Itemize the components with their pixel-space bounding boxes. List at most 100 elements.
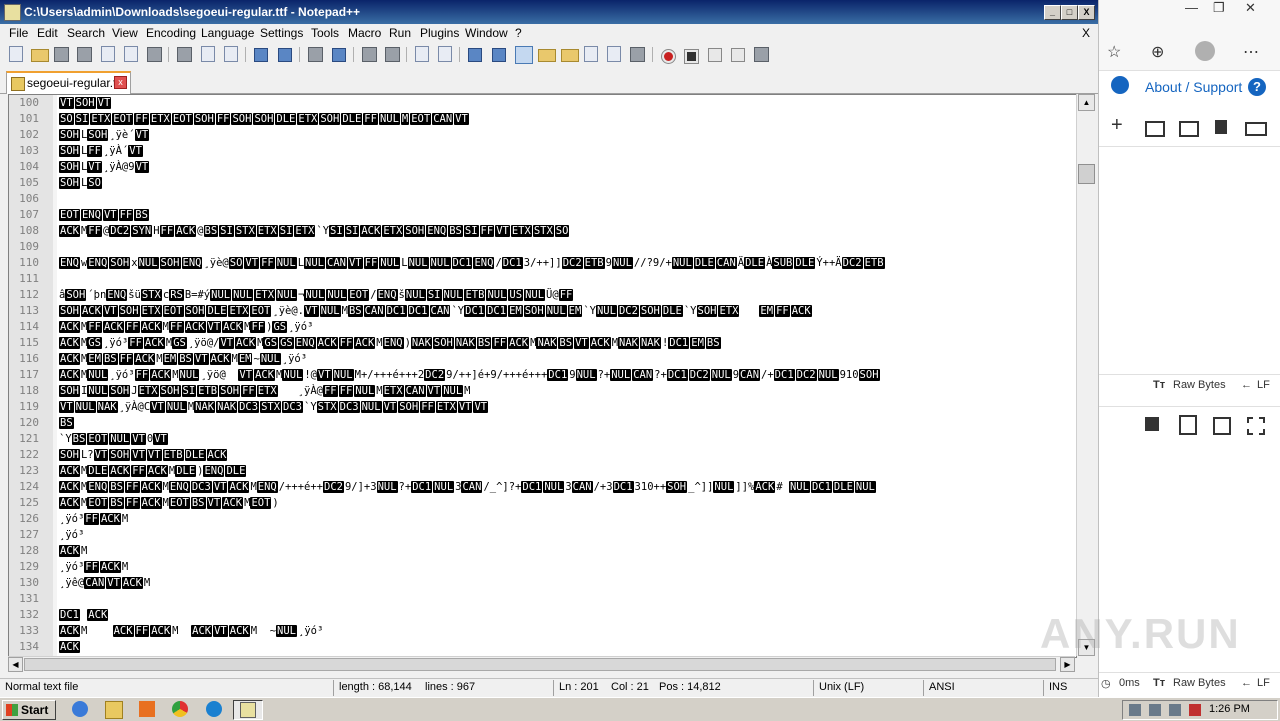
code-line[interactable]: SOH LVT ¸ÿÀ@9VT — [59, 159, 1074, 175]
code-line[interactable]: ACK M ACK FF ACK M ACK VT ACK M ~NUL ¸ÿó³ — [59, 623, 1074, 639]
add-icon[interactable]: + — [1111, 114, 1131, 136]
scroll-left-icon[interactable]: ◀ — [8, 657, 23, 672]
close-file-icon[interactable] — [101, 46, 115, 62]
code-line[interactable]: SOH LSO — [59, 175, 1074, 191]
find-icon[interactable] — [308, 47, 323, 62]
code-line[interactable]: ACK M — [59, 543, 1074, 559]
copy-icon[interactable] — [201, 46, 215, 62]
zoom-out-icon[interactable] — [385, 47, 400, 62]
menu-edit[interactable]: Edit — [37, 26, 58, 40]
code-line[interactable]: EOT ENQ VT FF BS — [59, 207, 1074, 223]
copy-icon[interactable] — [1179, 415, 1197, 435]
code-line[interactable]: ACK MFF @DC2 SYN HFF ACK @BS SI STX ETX SI ETX `YSI S… — [59, 223, 1074, 239]
profile-avatar[interactable] — [1195, 41, 1215, 61]
browser-restore-icon[interactable]: ❐ — [1213, 0, 1225, 16]
stop-recording-icon[interactable] — [684, 49, 699, 64]
menu-search[interactable]: Search — [67, 26, 105, 40]
text-size-icon[interactable]: Tт — [1153, 677, 1165, 689]
raw-bytes-label[interactable]: Raw Bytes — [1173, 677, 1226, 689]
menu-macro[interactable]: Macro — [348, 26, 381, 40]
import-icon[interactable] — [1179, 121, 1199, 137]
folder-workspace-icon[interactable] — [584, 46, 598, 62]
network-icon[interactable] — [1149, 704, 1161, 716]
menu-file[interactable]: File — [9, 26, 28, 40]
open-external-icon[interactable] — [1213, 417, 1231, 435]
save-icon[interactable] — [1145, 417, 1159, 431]
about-support-link[interactable]: About / Support — [1145, 79, 1242, 95]
more-options-icon[interactable]: ⋯ — [1243, 42, 1259, 62]
menu-window[interactable]: Window — [465, 26, 508, 40]
tab-close-icon[interactable]: x — [114, 76, 127, 89]
code-line[interactable]: SOH L?VT SOH VT VT ETB DLE ACK — [59, 447, 1074, 463]
raw-bytes-label[interactable]: Raw Bytes — [1173, 379, 1226, 391]
minimize-button[interactable]: _ — [1044, 5, 1061, 20]
fullscreen-icon[interactable] — [1247, 417, 1265, 435]
help-icon[interactable]: ? — [1248, 78, 1266, 96]
layout-icon[interactable] — [1245, 122, 1267, 136]
monitoring-icon[interactable] — [630, 47, 645, 62]
code-line[interactable]: SOH LFF ¸ÿÀ´VT — [59, 143, 1074, 159]
scroll-up-icon[interactable]: ▲ — [1078, 94, 1095, 111]
folder-icon[interactable] — [1145, 121, 1165, 137]
code-line[interactable]: ACK MGS ¸ÿó³FF ACK MGS ¸ÿö@/VT ACK MGS GS ENQ ACK F… — [59, 335, 1074, 351]
open-file-icon[interactable] — [31, 49, 49, 62]
explorer-icon[interactable] — [105, 701, 123, 719]
horizontal-scroll-thumb[interactable] — [24, 658, 1056, 671]
undo-icon[interactable] — [254, 48, 268, 62]
favorites-icon[interactable]: ☆ — [1107, 42, 1121, 62]
save-icon[interactable] — [54, 47, 69, 62]
code-line[interactable] — [59, 191, 1074, 207]
text-editor[interactable]: 100 101 102 103 104 105 106 107 108 109 110 111 112 1… — [8, 94, 1077, 658]
word-wrap-icon[interactable] — [468, 48, 482, 62]
security-icon[interactable] — [1189, 704, 1201, 716]
browser-close-icon[interactable]: ✕ — [1245, 0, 1256, 16]
menu-language[interactable]: Language — [201, 26, 254, 40]
close-document-icon[interactable]: X — [1082, 26, 1090, 40]
code-line[interactable]: ACK — [59, 639, 1074, 655]
playback-icon[interactable] — [708, 48, 722, 62]
menu-settings[interactable]: Settings — [260, 26, 303, 40]
ie-icon[interactable] — [72, 701, 88, 717]
save-macro-icon[interactable] — [754, 47, 769, 62]
text-size-icon[interactable]: Tт — [1153, 379, 1165, 391]
code-line[interactable]: ACK MNUL ¸ÿó³FF ACK MNUL ¸ÿö@ VT ACK MNUL !@VT NU… — [59, 367, 1074, 383]
vertical-scrollbar[interactable]: ▲ ▼ — [1076, 94, 1095, 656]
menu-help[interactable]: ? — [515, 26, 522, 40]
code-line[interactable]: âSOH ´þnENQ šüSTX cRS B=#ýNUL NUL ETX NUL ¬NUL NU… — [59, 287, 1074, 303]
code-line[interactable]: ¸ÿó³ — [59, 527, 1074, 543]
arrow-left-icon[interactable]: ← — [1241, 677, 1252, 689]
close-button[interactable]: X — [1078, 5, 1095, 20]
code-line[interactable]: ¸ÿó³FF ACK M — [59, 511, 1074, 527]
code-line[interactable]: ACK MEM BS FF ACK MEM BS VT ACK MEM ~NUL ¸ÿó³ — [59, 351, 1074, 367]
code-line[interactable]: SO SI ETX EOT FF ETX EOT SOH FF SOH SOH DLE ETX SOH DL… — [59, 111, 1074, 127]
about-support-row[interactable]: About / Support ? — [1099, 72, 1280, 102]
horizontal-scrollbar[interactable]: ◀ ▶ — [8, 656, 1075, 672]
project-panel-icon[interactable] — [607, 46, 621, 62]
collections-icon[interactable]: ⊕ — [1151, 42, 1164, 62]
save-all-icon[interactable] — [77, 47, 92, 62]
code-line[interactable]: ENQ wENQ SOH xNUL SOH ENQ ¸ÿè@SO VT FF NUL LNUL CAN… — [59, 255, 1074, 271]
scroll-right-icon[interactable]: ▶ — [1060, 657, 1075, 672]
close-all-icon[interactable] — [124, 46, 138, 62]
code-line[interactable]: `YBS EOT NUL VT 0VT — [59, 431, 1074, 447]
code-line[interactable]: VT SOH VT — [59, 95, 1074, 111]
menu-view[interactable]: View — [112, 26, 138, 40]
show-all-chars-icon[interactable] — [492, 48, 506, 62]
notepadpp-task-button[interactable] — [233, 700, 263, 720]
chrome-icon[interactable] — [172, 701, 188, 717]
code-line[interactable]: ACK MENQ BS FF ACK MENQ DC3 VT ACK MENQ/+++é++DC2… — [59, 479, 1074, 495]
volume-icon[interactable] — [1129, 704, 1141, 716]
zoom-in-icon[interactable] — [362, 47, 377, 62]
start-button[interactable]: Start — [2, 700, 56, 720]
title-bar[interactable]: C:\Users\admin\Downloads\segoeui-regular… — [0, 0, 1098, 24]
code-line[interactable]: ¸ÿê@CAN VT ACK M — [59, 575, 1074, 591]
sync-horizontal-icon[interactable] — [438, 46, 452, 62]
menu-run[interactable]: Run — [389, 26, 411, 40]
code-line[interactable]: ACK MEOT BS FF ACK MEOT BS VT ACK MEOT) — [59, 495, 1074, 511]
clock[interactable]: 1:26 PM — [1209, 703, 1250, 715]
media-player-icon[interactable] — [139, 701, 155, 717]
run-macro-multiple-icon[interactable] — [731, 48, 745, 62]
cut-icon[interactable] — [177, 47, 192, 62]
flag-icon[interactable] — [1169, 704, 1181, 716]
code-line[interactable]: ACK MFF ACK FF ACK MFF ACK VT ACK MFF)GS ¸ÿó³ — [59, 319, 1074, 335]
